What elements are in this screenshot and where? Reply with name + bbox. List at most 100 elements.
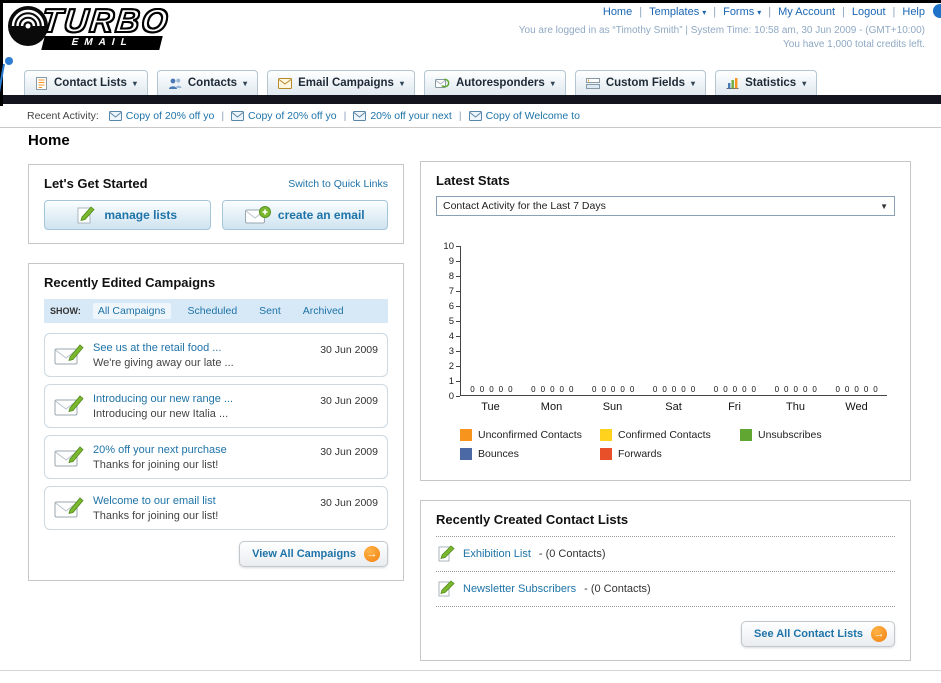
filter-sent[interactable]: Sent <box>254 303 286 319</box>
tab-custom-fields[interactable]: Custom Fields ▾ <box>574 70 707 95</box>
chevron-down-icon: ▾ <box>757 7 762 17</box>
recent-activity-link[interactable]: Copy of 20% off yo <box>126 110 215 122</box>
contacts-icon <box>168 77 182 90</box>
separator: | <box>713 6 717 18</box>
chart-y-tick: 5 <box>449 316 460 327</box>
filter-all-campaigns[interactable]: All Campaigns <box>92 303 171 319</box>
tab-autoresponders[interactable]: Autoresponders ▾ <box>423 70 566 95</box>
recent-activity-link[interactable]: Copy of 20% off yo <box>248 110 337 122</box>
decorative-corner-dot <box>933 4 941 18</box>
filter-archived[interactable]: Archived <box>298 303 349 319</box>
legend-swatch <box>740 429 752 441</box>
separator: | <box>892 6 896 18</box>
recent-activity-item[interactable]: Copy of Welcome to <box>468 110 580 122</box>
separator: | <box>458 109 462 122</box>
top-link-help[interactable]: Help <box>902 6 925 18</box>
edit-list-icon <box>438 545 455 563</box>
lists-title: Recently Created Contact Lists <box>436 512 895 537</box>
campaign-row[interactable]: Welcome to our email list Thanks for joi… <box>44 486 388 530</box>
top-link-my-account[interactable]: My Account <box>778 6 835 18</box>
recent-activity-item[interactable]: 20% off your next <box>353 110 452 122</box>
logo-title: TURBO <box>39 1 172 40</box>
edit-list-icon <box>438 580 455 598</box>
recent-activity-link[interactable]: Copy of Welcome to <box>486 110 580 122</box>
campaigns-title: Recently Edited Campaigns <box>44 275 216 290</box>
chart-y-tick: 0 <box>449 391 460 402</box>
tab-contact-lists[interactable]: Contact Lists ▾ <box>24 70 148 95</box>
campaign-subtitle: Thanks for joining our list! <box>93 458 219 471</box>
top-link-home[interactable]: Home <box>603 6 632 18</box>
top-link-forms[interactable]: Forms ▾ <box>723 6 761 18</box>
stats-period-select[interactable]: Contact Activity for the Last 7 Days ▼ <box>436 196 895 216</box>
legend-swatch <box>460 429 472 441</box>
stats-title: Latest Stats <box>436 173 510 188</box>
legend-label: Confirmed Contacts <box>618 429 711 441</box>
legend-item: Unconfirmed Contacts <box>460 429 600 441</box>
campaign-date: 30 Jun 2009 <box>320 446 378 458</box>
edit-email-icon <box>54 344 84 366</box>
contact-list-link[interactable]: Exhibition List <box>463 548 531 560</box>
contact-activity-chart: 10 9 8 7 6 5 4 3 2 1 0 000000000000000000000000000… <box>436 241 887 402</box>
legend-item: Forwards <box>600 448 740 460</box>
chevron-down-icon: ▾ <box>691 78 696 88</box>
recent-campaigns-panel: Recently Edited Campaigns SHOW: All Camp… <box>28 263 404 581</box>
view-all-campaigns-button[interactable]: View All Campaigns → <box>239 541 388 567</box>
chart-x-label: Wed <box>845 401 868 413</box>
create-email-button[interactable]: create an email <box>221 200 388 230</box>
campaign-link[interactable]: Welcome to our email list <box>93 495 311 507</box>
chart-x-label: Fri <box>728 401 741 413</box>
get-started-panel: Let's Get Started Switch to Quick Links … <box>28 164 404 244</box>
chart-x-label: Tue <box>481 401 500 413</box>
recent-activity-item[interactable]: Copy of 20% off yo <box>108 110 215 122</box>
tab-email-campaigns[interactable]: Email Campaigns ▾ <box>267 70 415 95</box>
see-all-contact-lists-button[interactable]: See All Contact Lists → <box>740 621 895 647</box>
manage-lists-button[interactable]: manage lists <box>44 200 211 230</box>
legend-label: Bounces <box>478 448 519 460</box>
campaign-date: 30 Jun 2009 <box>320 344 378 356</box>
contact-list-row[interactable]: Newsletter Subscribers - (0 Contacts) <box>436 572 895 607</box>
separator: | <box>842 6 845 18</box>
app-logo[interactable]: TURBO EMAIL <box>6 1 172 51</box>
pencil-icon <box>77 205 97 225</box>
campaign-row[interactable]: See us at the retail food ... We're givi… <box>44 333 388 377</box>
campaign-row[interactable]: Introducing our new range ... Introducin… <box>44 384 388 428</box>
filter-scheduled[interactable]: Scheduled <box>183 303 243 319</box>
recent-lists-panel: Recently Created Contact Lists Exhibitio… <box>420 500 911 661</box>
campaign-row[interactable]: 20% off your next purchase Thanks for jo… <box>44 435 388 479</box>
latest-stats-panel: Latest Stats Contact Activity for the La… <box>420 161 911 481</box>
legend-swatch <box>460 448 472 460</box>
chart-y-tick: 6 <box>449 301 460 312</box>
footer-divider <box>0 670 941 671</box>
contact-count: - (0 Contacts) <box>584 583 651 595</box>
campaign-date: 30 Jun 2009 <box>320 497 378 509</box>
switch-quick-links-link[interactable]: Switch to Quick Links <box>288 178 388 190</box>
tab-contacts[interactable]: Contacts ▾ <box>156 70 259 95</box>
recent-activity-label: Recent Activity: <box>27 109 99 122</box>
campaign-link[interactable]: Introducing our new range ... <box>93 393 311 405</box>
chart-value-labels: 00000 <box>835 385 878 394</box>
app-window: TURBO EMAIL Home | Templates ▾ | Forms ▾ |… <box>0 0 941 683</box>
top-link-templates[interactable]: Templates ▾ <box>649 6 706 18</box>
recent-activity-link[interactable]: 20% off your next <box>370 110 452 122</box>
tab-statistics[interactable]: Statistics ▾ <box>715 70 818 95</box>
button-label: See All Contact Lists <box>753 628 863 640</box>
contact-list-row[interactable]: Exhibition List - (0 Contacts) <box>436 537 895 572</box>
chart-y-tick: 1 <box>449 376 460 387</box>
login-info: You are logged in as “Timothy Smith” | S… <box>518 25 925 36</box>
page-title: Home <box>28 132 70 149</box>
contact-list-link[interactable]: Newsletter Subscribers <box>463 583 576 595</box>
button-label: create an email <box>277 208 365 222</box>
top-link-logout[interactable]: Logout <box>852 6 886 18</box>
recent-activity-item[interactable]: Copy of 20% off yo <box>231 110 337 122</box>
legend-swatch <box>600 429 612 441</box>
button-label: manage lists <box>104 208 178 222</box>
contact-lists-icon <box>35 76 48 90</box>
campaign-link[interactable]: See us at the retail food ... <box>93 342 311 354</box>
show-label: SHOW: <box>50 306 81 316</box>
campaign-link[interactable]: 20% off your next purchase <box>93 444 311 456</box>
separator: | <box>343 109 347 122</box>
recent-activity-bar: Recent Activity: Copy of 20% off yo | Co… <box>0 104 941 128</box>
chart-category-group: 00000 <box>765 246 826 395</box>
legend-label: Unconfirmed Contacts <box>478 429 582 441</box>
legend-label: Unsubscribes <box>758 429 822 441</box>
